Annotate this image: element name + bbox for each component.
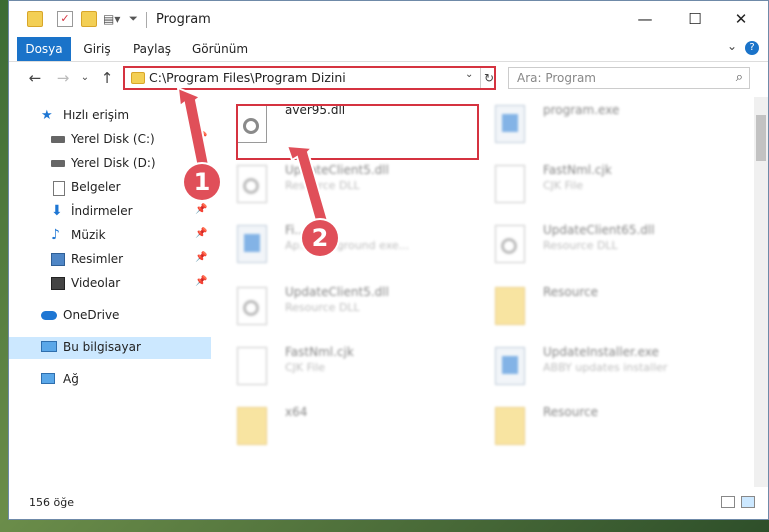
step-1-badge: 1 [184, 164, 220, 200]
annotation-arrows [176, 86, 332, 233]
step-2-badge: 2 [302, 220, 338, 256]
arrow-2 [285, 144, 332, 233]
arrow-1 [176, 86, 212, 174]
